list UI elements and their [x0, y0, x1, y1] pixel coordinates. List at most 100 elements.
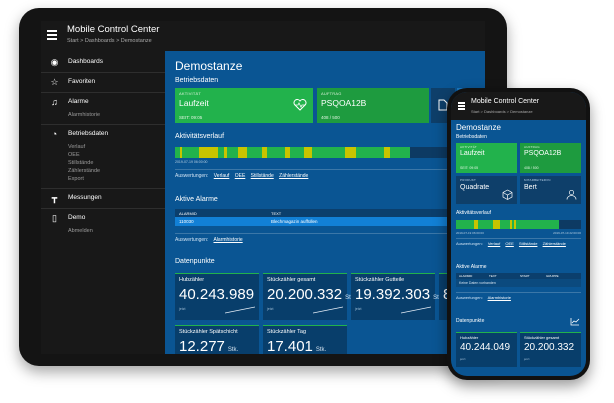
phone-app-title: Mobile Control Center	[471, 98, 540, 105]
sidebar-sub-alarmhistorie[interactable]: Alarmhistorie	[41, 111, 165, 119]
chart-icon[interactable]	[570, 317, 580, 326]
timeline-segment	[349, 147, 356, 158]
device-icon: ▯	[52, 213, 57, 223]
kpi-stueckzaehler-gutteile[interactable]: Stückzähler Gutteile 19.392.303Stk. jetz…	[351, 273, 443, 320]
timeline-idle-segment	[559, 220, 581, 229]
kpi-hubzaehler[interactable]: Hubzähler 40.243.989 jetzt	[175, 273, 259, 320]
phone-produkt-card[interactable]: PRODUKT Quadrate	[456, 176, 517, 204]
timeline-segment	[227, 147, 236, 158]
cube-icon	[502, 189, 513, 200]
kpi-tag[interactable]: Stückzähler Tag 17.401 Stk.	[263, 325, 347, 354]
timeline-segment	[252, 147, 259, 158]
auftrag-card[interactable]: AUFTRAG PSQOA12B 408 / 500	[317, 88, 429, 123]
phone-section-betriebsdaten: Betriebsdaten	[456, 134, 487, 140]
phone-menu-icon[interactable]	[458, 102, 465, 110]
timeline-segment	[321, 147, 330, 158]
sidebar-item-betriebsdaten[interactable]: ◔ Betriebsdaten	[41, 126, 165, 143]
phone-section-datenpunkte: Datenpunkte	[456, 318, 485, 324]
menu-icon[interactable]	[47, 30, 57, 40]
phone-link-zaehlerstaende[interactable]: Zählerstände	[543, 241, 566, 246]
sidebar: ◉ Dashboards ☆ Favoriten ♫ Alarme Alarmh…	[41, 51, 165, 354]
timeline-segment	[199, 147, 206, 158]
alarm-auswertungen-row: Auswertungen: Alarmhistorie	[175, 237, 243, 243]
timeline-segment	[397, 147, 404, 158]
timeline-segment	[296, 147, 304, 158]
breadcrumb[interactable]: Start > Dashboards > Demostanze	[67, 38, 152, 44]
main-content: Demostanze Betriebsdaten AKTIVITÄT Laufz…	[165, 51, 485, 354]
eye-icon: ◉	[50, 57, 59, 67]
sidebar-sub-abmelden[interactable]: Abmelden	[41, 227, 165, 235]
sidebar-item-favoriten[interactable]: ☆ Favoriten	[41, 74, 165, 91]
alarm-table-row[interactable]: 110030 Blechmagazin auffüllen	[175, 217, 485, 226]
phone-page-title: Demostanze	[456, 123, 501, 132]
link-zaehlerstaende[interactable]: Zählerstände	[279, 173, 308, 179]
star-icon: ☆	[50, 77, 59, 87]
phone-device: Mobile Control Center Start > Dashboards…	[447, 88, 590, 380]
timeline-segment	[456, 220, 463, 229]
link-stillstaende[interactable]: Stillstände	[251, 173, 274, 179]
timeline-segment	[238, 147, 247, 158]
alarm-table: ALARMID TEXT 110030 Blechmagazin auffüll…	[175, 209, 485, 226]
timeline-segment	[483, 220, 491, 229]
status-card[interactable]: AKTIVITÄT Laufzeit SEIT: 09:05	[175, 88, 313, 123]
app-title: Mobile Control Center	[67, 24, 160, 35]
sidebar-item-alarme[interactable]: ♫ Alarme	[41, 94, 165, 111]
sidebar-item-dashboards[interactable]: ◉ Dashboards	[41, 54, 165, 71]
sidebar-sub-oee[interactable]: OEE	[41, 151, 165, 159]
phone-section-aktive-alarme: Aktive Alarme	[456, 264, 487, 270]
timeline-segment	[360, 147, 368, 158]
phone-link-oee[interactable]: OEE	[505, 241, 513, 246]
sidebar-item-demo[interactable]: ▯ Demo	[41, 210, 165, 227]
top-bar: Mobile Control Center Start > Dashboards…	[41, 21, 485, 52]
link-alarmhistorie[interactable]: Alarmhistorie	[213, 237, 242, 243]
timeline-start: 2019-07-19 06:00:00	[175, 160, 208, 164]
sidebar-sub-verlauf[interactable]: Verlauf	[41, 143, 165, 151]
gauge-icon: ◔	[51, 129, 58, 139]
link-verlauf[interactable]: Verlauf	[214, 173, 230, 179]
tablet-device: Mobile Control Center Start > Dashboards…	[19, 8, 507, 366]
page-title: Demostanze	[175, 59, 243, 73]
phone-link-verlauf[interactable]: Verlauf	[488, 241, 500, 246]
timeline-segment	[368, 147, 377, 158]
phone-top-bar: Mobile Control Center Start > Dashboards…	[451, 92, 586, 120]
phone-kpi-stueckzaehler-gesamt[interactable]: Stückzähler gesamt 20.200.332 jetzt	[520, 332, 581, 367]
tablet-screen: Mobile Control Center Start > Dashboards…	[41, 21, 485, 354]
bell-icon: ♫	[51, 97, 58, 107]
phone-alarm-table: ALARMID TEXT START GRUPPE Keine Daten vo…	[456, 273, 581, 287]
sidebar-sub-export[interactable]: Export	[41, 175, 165, 183]
section-datenpunkte: Datenpunkte	[175, 258, 215, 265]
phone-mitarbeiter-card[interactable]: MITARBEITER/IN Bert	[520, 176, 581, 204]
phone-breadcrumb[interactable]: Start > Dashboards > Demostanze	[471, 109, 533, 114]
phone-status-card[interactable]: AKTIVITÄT Laufzeit SEIT: 09:05	[456, 143, 517, 173]
timeline-segment	[211, 147, 218, 158]
alarm-table-header: ALARMID TEXT	[175, 209, 485, 217]
phone-link-alarmhistorie[interactable]: Alarmhistorie	[488, 295, 511, 300]
phone-kpi-hubzaehler[interactable]: Hubzähler 40.244.049 jetzt	[456, 332, 517, 367]
timeline-segment	[530, 220, 539, 229]
phone-activity-timeline[interactable]	[456, 220, 581, 229]
phone-auftrag-card[interactable]: AUFTRAG PSQOA12B 408 / 500	[520, 143, 581, 173]
link-oee[interactable]: OEE	[235, 173, 246, 179]
phone-timeline-start: 2019-07-19 06:00:00	[456, 231, 484, 235]
sidebar-sub-stillstaende[interactable]: Stillstände	[41, 159, 165, 167]
heart-pulse-icon	[293, 99, 307, 111]
sidebar-sub-zaehlerstaende[interactable]: Zählerstände	[41, 167, 165, 175]
kpi-stueckzaehler-gesamt[interactable]: Stückzähler gesamt 20.200.332Stk. jetzt	[263, 273, 355, 320]
timeline-segment	[463, 220, 472, 229]
kpi-trend-line	[225, 306, 255, 314]
kpi-trend-line	[313, 306, 343, 314]
timeline-segment	[377, 147, 384, 158]
timeline-segment	[493, 220, 500, 229]
phone-timeline-end: 2019-07-19 22:00:00	[553, 231, 581, 235]
phone-section-aktivitaetsverlauf: Aktivitätsverlauf	[456, 210, 492, 216]
timeline-segment	[516, 220, 525, 229]
phone-link-stillstaende[interactable]: Stillstände	[519, 241, 537, 246]
phone-alarm-auswertungen-row: Auswertungen: Alarmhistorie	[456, 295, 511, 300]
sidebar-item-messungen[interactable]: ┳ Messungen	[41, 190, 165, 207]
kpi-spaetschicht[interactable]: Stückzähler Spätschicht 12.277 Stk.	[175, 325, 259, 354]
section-aktive-alarme: Aktive Alarme	[175, 196, 218, 203]
phone-alarm-empty-row: Keine Daten vorhanden	[456, 279, 581, 287]
phone-auswertungen-row: Auswertungen: Verlauf OEE Stillstände Zä…	[456, 241, 566, 246]
phone-screen: Mobile Control Center Start > Dashboards…	[451, 92, 586, 376]
activity-timeline[interactable]	[175, 147, 485, 158]
